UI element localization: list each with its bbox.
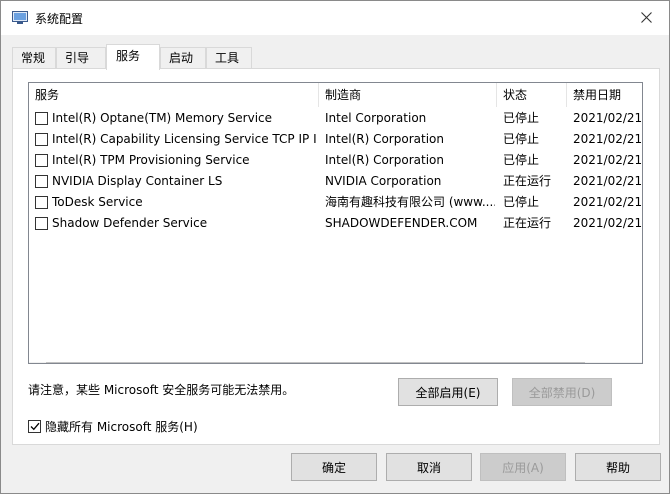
- title-bar: 系统配置: [1, 1, 669, 35]
- column-header-status[interactable]: 状态: [497, 83, 567, 107]
- services-list[interactable]: 服务 制造商 状态 禁用日期 Intel(R) Optane(TM) Memor…: [28, 82, 643, 364]
- service-checkbox[interactable]: [35, 133, 48, 146]
- checkmark-icon: [30, 422, 39, 430]
- table-row[interactable]: Intel(R) Optane(TM) Memory Service Intel…: [29, 108, 642, 129]
- table-row[interactable]: NVIDIA Display Container LS NVIDIA Corpo…: [29, 171, 642, 192]
- service-checkbox[interactable]: [35, 175, 48, 188]
- system-config-window: 系统配置 常规 引导 服务 启动 工具 服务 制造商 状态 禁用日期 Intel…: [0, 0, 670, 494]
- service-manufacturer: Intel Corporation: [325, 111, 427, 125]
- enable-all-button[interactable]: 全部启用(E): [398, 378, 498, 406]
- hide-microsoft-services[interactable]: 隐藏所有 Microsoft 服务(H): [28, 418, 198, 434]
- service-checkbox[interactable]: [35, 112, 48, 125]
- service-disable-date: 2021/02/21: [573, 174, 643, 188]
- horizontal-scrollbar[interactable]: ❮ ❯: [29, 362, 642, 363]
- cancel-button[interactable]: 取消: [386, 453, 472, 481]
- service-disable-date: 2021/02/21: [573, 132, 643, 146]
- tab-startup[interactable]: 启动: [160, 47, 206, 69]
- table-row[interactable]: Intel(R) TPM Provisioning Service Intel(…: [29, 150, 642, 171]
- tab-tools[interactable]: 工具: [206, 47, 252, 69]
- table-row[interactable]: Intel(R) Capability Licensing Service TC…: [29, 129, 642, 150]
- ok-button[interactable]: 确定: [291, 453, 377, 481]
- service-checkbox[interactable]: [35, 196, 48, 209]
- scrollbar-thumb[interactable]: [46, 362, 585, 363]
- services-panel: 服务 制造商 状态 禁用日期 Intel(R) Optane(TM) Memor…: [12, 68, 660, 445]
- column-header-service[interactable]: 服务: [29, 83, 319, 107]
- help-button[interactable]: 帮助: [575, 453, 661, 481]
- hide-microsoft-checkbox[interactable]: [28, 419, 41, 433]
- table-row[interactable]: Shadow Defender Service SHADOWDEFENDER.C…: [29, 213, 642, 234]
- service-manufacturer: Intel(R) Corporation: [325, 132, 444, 146]
- service-status: 已停止: [503, 132, 540, 146]
- service-disable-date: 2021/02/21: [573, 153, 643, 167]
- service-checkbox[interactable]: [35, 217, 48, 230]
- close-icon: [640, 11, 652, 23]
- service-disable-date: 2021/02/21: [573, 216, 643, 230]
- service-name: ToDesk Service: [52, 195, 143, 209]
- security-note: 请注意，某些 Microsoft 安全服务可能无法禁用。: [28, 383, 295, 397]
- tab-general[interactable]: 常规: [12, 47, 56, 69]
- list-header: 服务 制造商 状态 禁用日期: [29, 83, 642, 107]
- column-header-manufacturer[interactable]: 制造商: [319, 83, 497, 107]
- service-name: Intel(R) Optane(TM) Memory Service: [52, 111, 273, 125]
- service-manufacturer: NVIDIA Corporation: [325, 174, 442, 188]
- service-checkbox[interactable]: [35, 154, 48, 167]
- service-name: Shadow Defender Service: [52, 216, 208, 230]
- table-row[interactable]: ToDesk Service 海南有趣科技有限公司 (www.... 已停止 2…: [29, 192, 642, 213]
- service-name: Intel(R) Capability Licensing Service TC…: [52, 132, 317, 146]
- tab-services[interactable]: 服务: [106, 44, 160, 70]
- window-title: 系统配置: [35, 12, 84, 26]
- service-status: 已停止: [503, 153, 540, 167]
- disable-all-button[interactable]: 全部禁用(D): [512, 378, 612, 406]
- hide-microsoft-label: 隐藏所有 Microsoft 服务(H): [45, 419, 198, 434]
- apply-button[interactable]: 应用(A): [480, 453, 566, 481]
- scroll-left-icon[interactable]: ❮: [29, 362, 46, 363]
- tab-boot[interactable]: 引导: [56, 47, 106, 69]
- system-config-icon: [12, 11, 28, 24]
- service-manufacturer: 海南有趣科技有限公司 (www....: [325, 195, 495, 209]
- service-status: 已停止: [503, 111, 540, 125]
- service-status: 正在运行: [503, 174, 552, 188]
- close-button[interactable]: [623, 1, 669, 33]
- service-name: NVIDIA Display Container LS: [52, 174, 223, 188]
- service-status: 正在运行: [503, 216, 552, 230]
- column-header-disable-date[interactable]: 禁用日期: [567, 83, 642, 107]
- service-status: 已停止: [503, 195, 540, 209]
- service-manufacturer: Intel(R) Corporation: [325, 153, 444, 167]
- service-manufacturer: SHADOWDEFENDER.COM: [325, 216, 478, 230]
- service-disable-date: 2021/02/21: [573, 111, 643, 125]
- service-name: Intel(R) TPM Provisioning Service: [52, 153, 250, 167]
- service-disable-date: 2021/02/21: [573, 195, 643, 209]
- scroll-right-icon[interactable]: ❯: [625, 362, 642, 363]
